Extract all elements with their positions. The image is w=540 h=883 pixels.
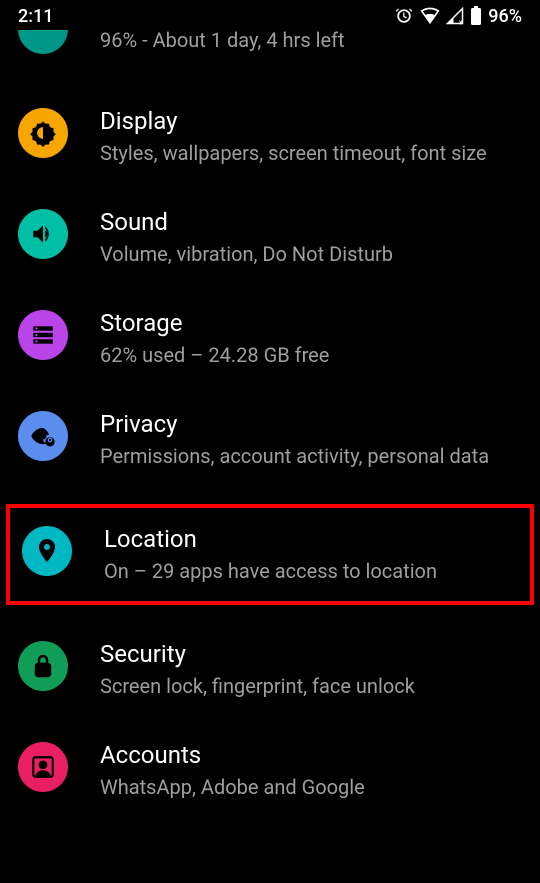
signal-icon: x [446, 7, 464, 25]
list-item-subtitle: Permissions, account activity, personal … [100, 443, 522, 470]
battery-icon [470, 6, 482, 26]
storage-icon [18, 310, 68, 360]
list-item-subtitle: 96% - About 1 day, 4 hrs left [100, 28, 522, 52]
battery-settings-icon [18, 4, 68, 54]
security-icon [18, 641, 68, 691]
settings-list: 96% - About 1 day, 4 hrs left Display St… [0, 28, 540, 821]
list-item-battery[interactable]: 96% - About 1 day, 4 hrs left [0, 28, 540, 58]
privacy-icon [18, 411, 68, 461]
list-item-subtitle: Screen lock, fingerprint, face unlock [100, 673, 522, 700]
accounts-icon [18, 742, 68, 792]
list-item-subtitle: Styles, wallpapers, screen timeout, font… [100, 140, 522, 167]
list-item-subtitle: Volume, vibration, Do Not Disturb [100, 241, 522, 268]
alarm-icon [394, 6, 414, 26]
list-item-title: Storage [100, 308, 522, 338]
list-item-storage[interactable]: Storage 62% used – 24.28 GB free [0, 288, 540, 389]
list-item-title: Display [100, 106, 522, 136]
list-item-subtitle: 62% used – 24.28 GB free [100, 342, 522, 369]
list-item-title: Accounts [100, 740, 522, 770]
status-battery-pct: 96% [488, 6, 522, 27]
list-item-display[interactable]: Display Styles, wallpapers, screen timeo… [0, 86, 540, 187]
list-item-sound[interactable]: Sound Volume, vibration, Do Not Disturb [0, 187, 540, 288]
location-icon [22, 526, 72, 576]
list-item-title: Sound [100, 207, 522, 237]
display-icon [18, 108, 68, 158]
list-item-title: Privacy [100, 409, 522, 439]
highlight-location: Location On – 29 apps have access to loc… [6, 504, 534, 605]
sound-icon [18, 209, 68, 259]
svg-text:x: x [459, 17, 463, 25]
list-item-subtitle: WhatsApp, Adobe and Google [100, 774, 522, 801]
list-item-subtitle: On – 29 apps have access to location [104, 558, 518, 585]
list-item-title: Security [100, 639, 522, 669]
wifi-icon [420, 7, 440, 25]
list-item-privacy[interactable]: Privacy Permissions, account activity, p… [0, 389, 540, 490]
list-item-title: Location [104, 524, 518, 554]
list-item-accounts[interactable]: Accounts WhatsApp, Adobe and Google [0, 720, 540, 821]
list-item-location[interactable]: Location On – 29 apps have access to loc… [10, 508, 530, 601]
status-right: x 96% [394, 6, 522, 27]
list-item-security[interactable]: Security Screen lock, fingerprint, face … [0, 619, 540, 720]
